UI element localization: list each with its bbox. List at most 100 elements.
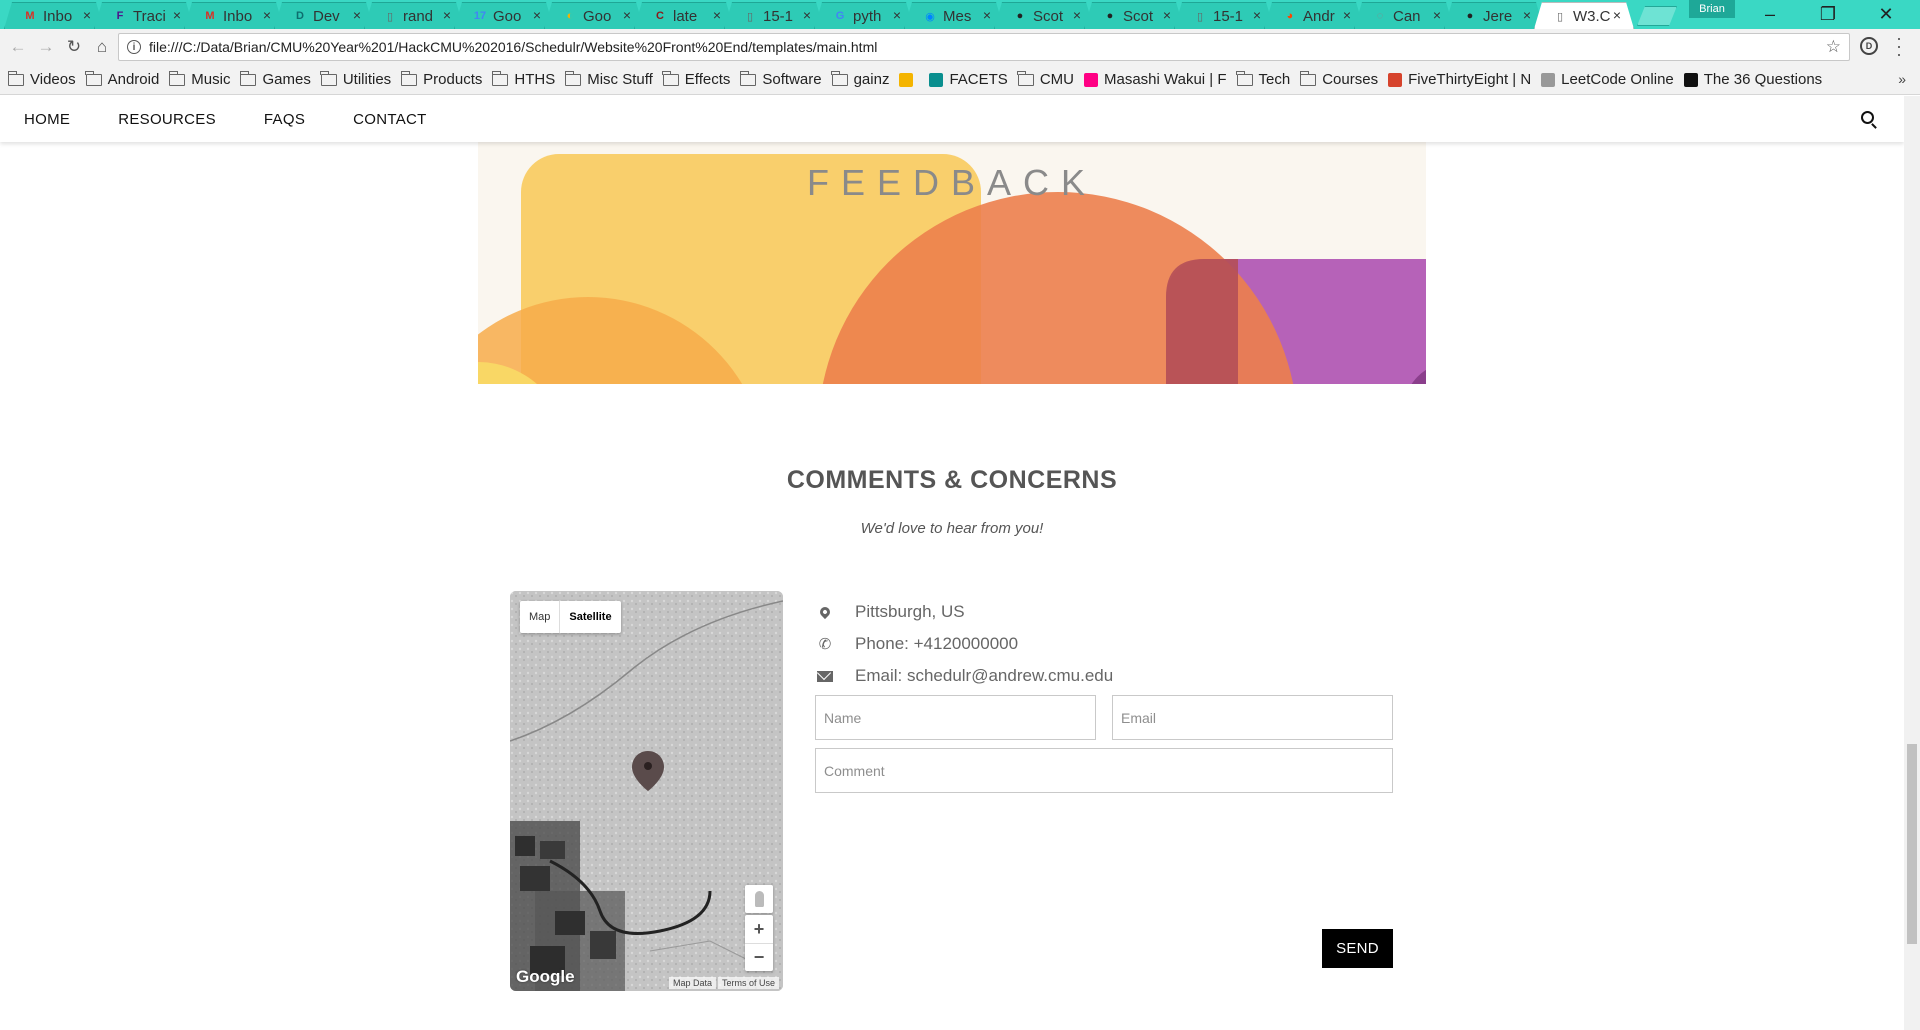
browser-tab[interactable]: ▯ 15-1 ×: [1174, 2, 1274, 29]
profile-button[interactable]: Brian: [1689, 0, 1735, 18]
tab-close-icon[interactable]: ×: [263, 7, 271, 23]
page-scrollbar[interactable]: [1904, 96, 1920, 1030]
nav-resources[interactable]: RESOURCES: [118, 111, 216, 128]
bookmark-folder[interactable]: Courses: [1299, 70, 1379, 88]
browser-tab[interactable]: ▯ rand ×: [364, 2, 464, 29]
browser-tab[interactable]: ▯ W3.C ×: [1534, 2, 1634, 29]
bookmark-link[interactable]: FACETS: [929, 71, 1008, 88]
browser-tab[interactable]: ◉ Mes ×: [904, 2, 1004, 29]
extension-icon[interactable]: D: [1860, 37, 1878, 55]
browser-tab[interactable]: ◕ Andr ×: [1264, 2, 1364, 29]
bookmark-folder[interactable]: CMU: [1017, 70, 1074, 88]
location-text: Pittsburgh, US: [855, 602, 965, 621]
browser-tab[interactable]: ● Scot ×: [994, 2, 1094, 29]
tab-close-icon[interactable]: ×: [353, 7, 361, 23]
url-input[interactable]: i file:///C:/Data/Brian/CMU%20Year%201/H…: [118, 33, 1850, 61]
more-bookmarks-icon[interactable]: »: [1898, 71, 1906, 87]
bookmark-folder[interactable]: Tech: [1236, 70, 1290, 88]
bookmark-label: Courses: [1322, 71, 1379, 88]
browser-tab[interactable]: ◌ Can ×: [1354, 2, 1454, 29]
tab-close-icon[interactable]: ×: [533, 7, 541, 23]
bookmark-link[interactable]: LeetCode Online: [1541, 71, 1674, 88]
back-icon[interactable]: ←: [6, 35, 30, 59]
tab-close-icon[interactable]: ×: [1163, 7, 1171, 23]
map-toggle-map[interactable]: Map: [520, 601, 559, 633]
browser-tab[interactable]: D Dev ×: [274, 2, 374, 29]
tab-close-icon[interactable]: ×: [1253, 7, 1261, 23]
location-map[interactable]: Map Satellite + − Google Map Data Terms …: [510, 591, 783, 991]
bookmark-label: Android: [107, 71, 160, 88]
bookmark-label: CMU: [1039, 71, 1074, 88]
bookmark-folder[interactable]: Videos: [7, 70, 76, 88]
zoom-out-button[interactable]: −: [745, 943, 773, 971]
tab-close-icon[interactable]: ×: [173, 7, 181, 23]
menu-icon[interactable]: · · ·: [1896, 29, 1902, 63]
close-window-icon[interactable]: ✕: [1866, 2, 1906, 26]
bookmark-link[interactable]: [899, 72, 919, 87]
bookmark-folder[interactable]: Music: [168, 70, 230, 88]
bookmark-folder[interactable]: Android: [85, 70, 160, 88]
tab-close-icon[interactable]: ×: [713, 7, 721, 23]
browser-tab[interactable]: Gpyth ×: [814, 2, 914, 29]
email-input[interactable]: [1112, 695, 1393, 740]
comment-input[interactable]: [815, 748, 1393, 793]
browser-tab[interactable]: M Inbo ×: [4, 2, 104, 29]
bookmark-folder[interactable]: Misc Stuff: [564, 70, 653, 88]
restore-icon[interactable]: ❐: [1808, 2, 1848, 26]
browser-tab[interactable]: M Inbo ×: [184, 2, 284, 29]
bookmark-link[interactable]: The 36 Questions: [1683, 71, 1822, 88]
bookmark-link[interactable]: FiveThirtyEight | N: [1388, 71, 1531, 88]
bookmark-folder[interactable]: gainz: [831, 70, 889, 88]
bookmark-folder[interactable]: HTHS: [491, 70, 556, 88]
browser-tab[interactable]: ● Scot ×: [1084, 2, 1184, 29]
reload-icon[interactable]: ↻: [62, 35, 86, 59]
map-toggle-satellite[interactable]: Satellite: [559, 601, 620, 633]
browser-tab[interactable]: F Traci ×: [94, 2, 194, 29]
name-input[interactable]: [815, 695, 1096, 740]
map-type-toggle: Map Satellite: [520, 601, 621, 633]
browser-tab[interactable]: 17 Goo ×: [454, 2, 554, 29]
tab-close-icon[interactable]: ×: [803, 7, 811, 23]
scrollbar-thumb[interactable]: [1907, 744, 1917, 944]
search-icon[interactable]: [1861, 111, 1874, 124]
bookmark-link[interactable]: Masashi Wakui | F: [1083, 71, 1227, 88]
browser-tab[interactable]: Clate ×: [634, 2, 734, 29]
minimize-icon[interactable]: –: [1750, 2, 1790, 26]
bookmark-folder[interactable]: Effects: [662, 70, 730, 88]
reddit-icon: ◕: [1286, 10, 1294, 22]
folder-icon: [320, 70, 337, 86]
browser-tab[interactable]: ● Jere ×: [1444, 2, 1544, 29]
tab-close-icon[interactable]: ×: [443, 7, 451, 23]
home-icon[interactable]: ⌂: [90, 35, 114, 59]
tab-close-icon[interactable]: ×: [623, 7, 631, 23]
tab-close-icon[interactable]: ×: [1343, 7, 1351, 23]
bookmark-folder[interactable]: Utilities: [320, 70, 391, 88]
bookmark-star-icon[interactable]: ☆: [1826, 37, 1841, 57]
zoom-in-button[interactable]: +: [745, 915, 773, 943]
nav-contact[interactable]: CONTACT: [353, 111, 426, 128]
street-view-icon[interactable]: [745, 885, 773, 913]
tab-close-icon[interactable]: ×: [1433, 7, 1441, 23]
browser-tab[interactable]: ◐ Goo ×: [544, 2, 644, 29]
new-tab-button[interactable]: [1637, 6, 1677, 26]
tab-close-icon[interactable]: ×: [983, 7, 991, 23]
terms-link[interactable]: Terms of Use: [717, 977, 779, 989]
bookmark-folder[interactable]: Products: [400, 70, 482, 88]
banner-overlap: [1166, 259, 1238, 384]
tab-close-icon[interactable]: ×: [1613, 7, 1621, 23]
info-icon[interactable]: i: [127, 40, 141, 54]
tab-close-icon[interactable]: ×: [83, 7, 91, 23]
bookmark-folder[interactable]: Software: [739, 70, 822, 88]
tab-close-icon[interactable]: ×: [1523, 7, 1531, 23]
forward-icon[interactable]: →: [34, 35, 58, 59]
tab-close-icon[interactable]: ×: [893, 7, 901, 23]
tab-label: Dev: [313, 7, 340, 25]
browser-tab[interactable]: ▯ 15-1 ×: [724, 2, 824, 29]
tab-close-icon[interactable]: ×: [1073, 7, 1081, 23]
nav-faqs[interactable]: FAQS: [264, 111, 305, 128]
nav-home[interactable]: HOME: [24, 111, 70, 128]
map-data-link[interactable]: Map Data: [668, 977, 716, 989]
send-button[interactable]: SEND: [1322, 929, 1393, 968]
bookmark-label: HTHS: [514, 71, 556, 88]
bookmark-folder[interactable]: Games: [239, 70, 311, 88]
